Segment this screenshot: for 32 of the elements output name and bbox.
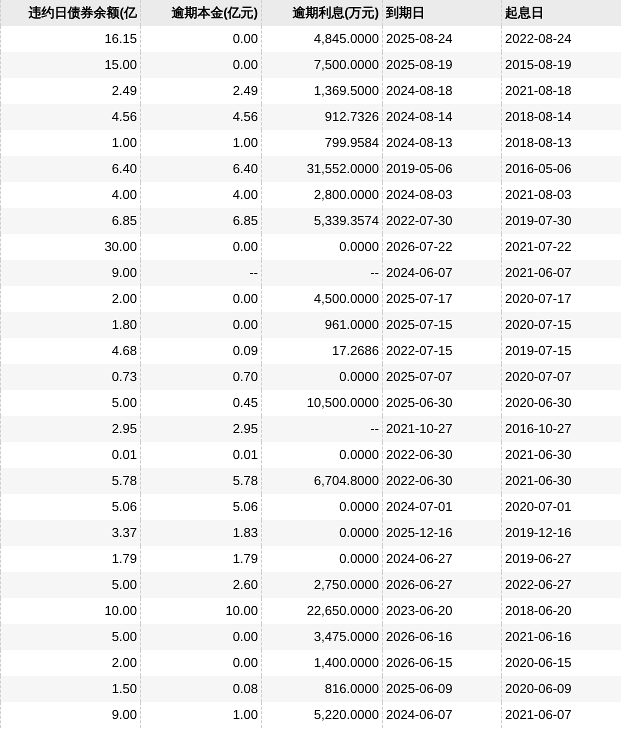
column-header: 起息日 [504,4,545,22]
table-cell-text: 2020-06-09 [504,680,572,698]
table-cell-text: 2018-08-14 [504,108,572,126]
table-cell-text: 2021-06-07 [504,264,572,282]
table-cell: 2024-06-07 [383,702,502,728]
table-cell-text: 2020-07-17 [504,290,572,308]
table-cell-text: 2019-07-30 [504,212,572,230]
table-cell-text: 2021-08-03 [504,186,572,204]
table-cell-text: 2021-06-07 [504,706,572,724]
table-cell-text: 2016-05-06 [504,160,572,178]
table-cell-text: 2022-08-24 [504,30,572,48]
table-cell-text: 2020-06-15 [504,654,572,672]
table-cell-text: 2019-07-15 [504,342,572,360]
table-cell-text: 2018-06-20 [504,602,572,620]
table-cell-text: 2018-08-13 [504,134,572,152]
table-cell-text: 2021-07-22 [504,238,572,256]
table-cell-text: 2019-06-27 [504,550,572,568]
table-cell-text: 2020-07-15 [504,316,572,334]
table-cell-text: 2021-06-16 [504,628,572,646]
table-cell-text: 2021-08-18 [504,82,572,100]
table-cell-text: 2020-07-01 [504,498,572,516]
table-cell: 1.00 [141,702,262,728]
table-cell-text: 2020-06-30 [504,394,572,412]
table-cell-text: 2019-12-16 [504,524,572,542]
table-cell-text: 2022-06-27 [504,576,572,594]
table-cell-text: 2021-06-30 [504,446,572,464]
table-cell-text: 2020-07-07 [504,368,572,386]
table-cell: 9.00 [0,702,141,728]
table-cell-text: 2015-08-19 [504,56,572,74]
table-cell-text: 2021-06-30 [504,472,572,490]
table-cell: 5,220.0000 [262,702,383,728]
table-cell-text: 2016-10-27 [504,420,572,438]
